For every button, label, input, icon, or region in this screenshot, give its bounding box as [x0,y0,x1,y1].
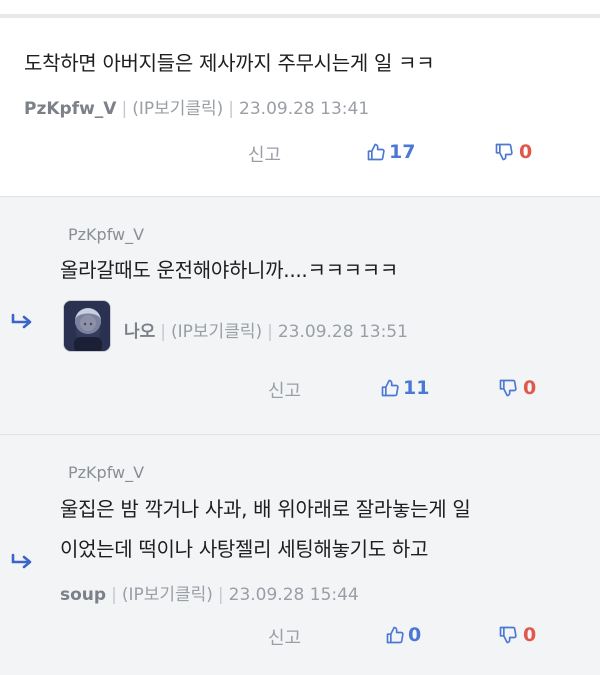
like-button[interactable]: 0 [385,624,421,646]
report-button[interactable]: 신고 [268,377,301,403]
reply-text: 올라갈때도 운전해야하니까....ㅋㅋㅋㅋㅋ [60,258,398,282]
reply-item: PzKpfw_V 올라갈때도 운전해야하니까....ㅋㅋㅋㅋㅋ 나오 | (IP보기… [0,196,600,434]
thumbs-up-icon [386,626,404,644]
dislike-button[interactable]: 0 [494,141,532,163]
thumbs-up-icon [367,143,385,161]
reply-to-user[interactable]: PzKpfw_V [68,225,144,244]
reply-author[interactable]: 나오 [124,322,155,342]
thumbs-down-icon [499,379,517,397]
comment-meta: PzKpfw_V | (IP보기클릭) | 23.09.28 13:41 [24,94,369,119]
comment-item: 도착하면 아버지들은 제사까지 주무시는게 일 ㅋㅋ PzKpfw_V | (IP보… [0,18,600,196]
ip-view-link[interactable]: (IP보기클릭) [132,99,223,119]
reply-to-user[interactable]: PzKpfw_V [68,463,144,482]
report-button[interactable]: 신고 [268,624,301,650]
meta-separator: | [111,585,117,605]
thumbs-up-icon [381,379,399,397]
dislike-count: 0 [523,377,537,399]
reply-arrow-icon [11,313,32,329]
avatar-image [64,301,110,351]
meta-separator: | [228,99,235,119]
like-count: 17 [389,141,416,163]
ip-view-link[interactable]: (IP보기클릭) [122,585,213,605]
dislike-count: 0 [519,141,533,163]
dislike-button[interactable]: 0 [498,624,536,646]
reply-author[interactable]: soup [60,585,106,605]
reply-text-line-2: 이었는데 떡이나 사탕젤리 세팅해놓기도 하고 [60,537,429,561]
reply-meta: soup | (IP보기클릭) | 23.09.28 15:44 [60,580,359,605]
reply-date: 23.09.28 13:51 [277,322,408,342]
avatar[interactable] [63,300,111,352]
like-count: 11 [403,377,430,399]
ip-view-link[interactable]: (IP보기클릭) [171,322,262,342]
comment-text: 도착하면 아버지들은 제사까지 주무시는게 일 ㅋㅋ [24,51,435,75]
dislike-button[interactable]: 0 [498,377,536,399]
meta-separator: | [267,322,273,342]
like-count: 0 [408,624,422,646]
meta-separator: | [160,322,167,342]
reply-meta: 나오 | (IP보기클릭) | 23.09.28 13:51 [124,317,408,342]
comment-date: 23.09.28 13:41 [239,99,370,119]
meta-separator: | [217,585,224,605]
like-button[interactable]: 11 [380,377,429,399]
reply-item: PzKpfw_V 울집은 밤 깍거나 사과, 배 위아래로 잘라놓는게 일 이었… [0,434,600,675]
like-button[interactable]: 17 [366,141,415,163]
thumbs-down-icon [499,626,517,644]
report-button[interactable]: 신고 [248,141,281,167]
thumbs-down-icon [495,143,513,161]
reply-text-line-1: 울집은 밤 깍거나 사과, 배 위아래로 잘라놓는게 일 [60,497,471,521]
meta-separator: | [121,99,128,119]
reply-arrow-icon [11,553,32,569]
dislike-count: 0 [523,624,537,646]
comment-author[interactable]: PzKpfw_V [24,99,116,119]
reply-date: 23.09.28 15:44 [228,585,359,605]
